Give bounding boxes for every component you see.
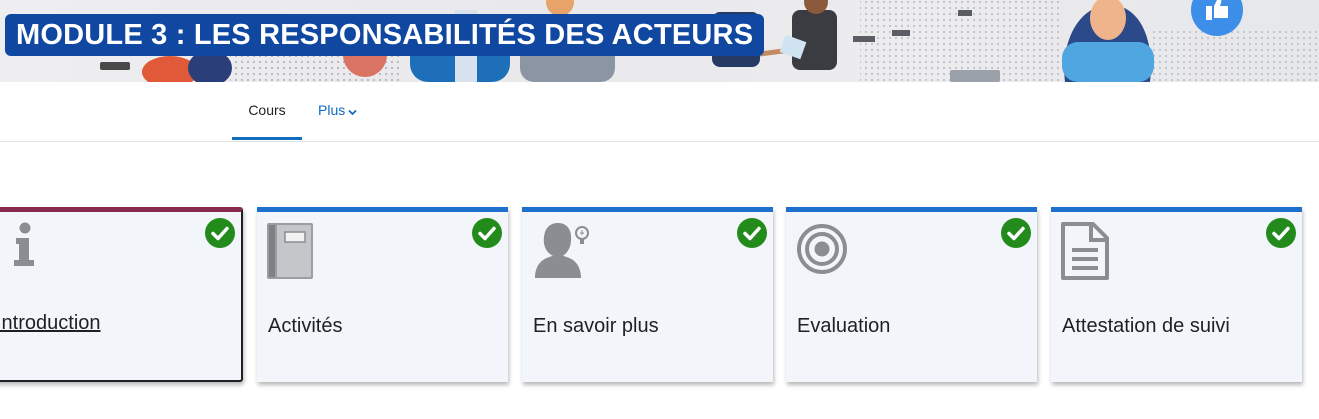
section-card-activites[interactable]: Activités: [257, 207, 508, 382]
info-icon: [12, 222, 38, 273]
notebook-icon: [266, 222, 314, 285]
completed-check-icon: [1266, 218, 1296, 253]
person-idea-icon: [531, 222, 591, 285]
section-label: Attestation de suivi: [1062, 315, 1230, 337]
completed-check-icon: [737, 218, 767, 253]
section-label: Introduction: [0, 312, 101, 334]
course-title: MODULE 3 : LES RESPONSABILITÉS DES ACTEU…: [5, 14, 765, 56]
section-label: Evaluation: [797, 315, 891, 337]
section-card-introduction[interactable]: Introduction: [0, 207, 243, 382]
secondary-navigation: Cours Plus: [0, 82, 1319, 142]
tab-plus-dropdown[interactable]: Plus: [318, 82, 357, 140]
section-card-attestation-de-suivi[interactable]: Attestation de suivi: [1051, 207, 1302, 382]
section-card-en-savoir-plus[interactable]: En savoir plus: [522, 207, 773, 382]
completed-check-icon: [205, 218, 235, 253]
completed-check-icon: [1001, 218, 1031, 253]
section-card-evaluation[interactable]: Evaluation: [786, 207, 1037, 382]
tab-cours[interactable]: Cours: [232, 82, 302, 140]
completed-check-icon: [472, 218, 502, 253]
tab-plus-label: Plus: [318, 102, 346, 118]
document-icon: [1060, 222, 1110, 285]
course-banner: MODULE 3 : LES RESPONSABILITÉS DES ACTEU…: [0, 0, 1319, 82]
target-icon: [795, 222, 849, 281]
chevron-down-icon: [348, 83, 357, 140]
section-label: Activités: [268, 315, 343, 337]
section-label: En savoir plus: [533, 315, 659, 337]
